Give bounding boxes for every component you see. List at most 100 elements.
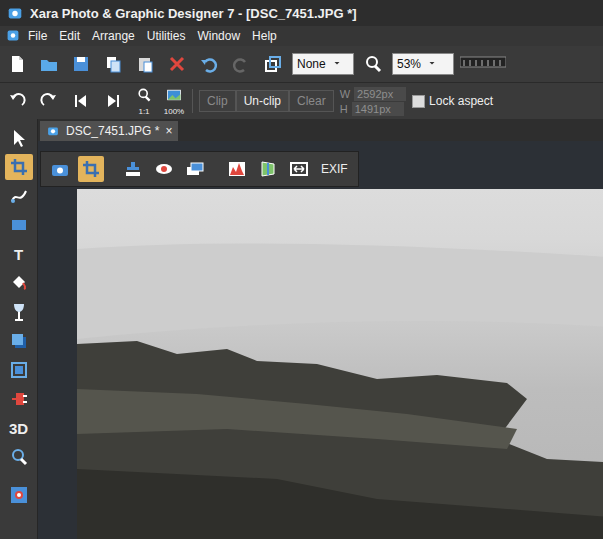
- magnifier-icon: [136, 87, 152, 107]
- undo-icon[interactable]: [196, 51, 222, 77]
- shadow-icon: [9, 331, 29, 351]
- tab-label: DSC_7451.JPG *: [66, 124, 159, 138]
- title-bar: Xara Photo & Graphic Designer 7 - [DSC_7…: [0, 0, 603, 26]
- lock-aspect-checkbox[interactable]: Lock aspect: [412, 94, 493, 108]
- clip-buttons: ClipUn-clipClear: [199, 90, 334, 112]
- menu-item[interactable]: Arrange: [86, 27, 141, 45]
- zoom-tool[interactable]: [5, 444, 33, 470]
- text-tool[interactable]: T: [5, 241, 33, 267]
- separator: [192, 89, 193, 113]
- zoom-dropdown[interactable]: 53%: [392, 53, 454, 75]
- rotate-right-icon[interactable]: [36, 88, 62, 114]
- document-icon[interactable]: [4, 27, 22, 45]
- extrude-tool[interactable]: 3D: [5, 415, 33, 441]
- exif-button[interactable]: EXIF: [317, 162, 352, 176]
- redeye-button[interactable]: [151, 156, 177, 182]
- panorama-button[interactable]: [182, 156, 208, 182]
- panorama-icon: [185, 159, 205, 179]
- clone-icon: [123, 159, 143, 179]
- camera-icon: [50, 159, 70, 179]
- height-value[interactable]: 1491px: [352, 102, 404, 116]
- rotate-left-icon[interactable]: [4, 88, 30, 114]
- contour-tool[interactable]: [5, 357, 33, 383]
- resize-button[interactable]: [286, 156, 312, 182]
- quality-value: None: [297, 57, 326, 71]
- zoom-value: 53%: [397, 57, 421, 71]
- clone-button[interactable]: [120, 156, 146, 182]
- dropdown-arrow-icon: [427, 57, 437, 71]
- perspective-icon: [258, 159, 278, 179]
- photo-tool[interactable]: [5, 154, 33, 180]
- clear-button: Clear: [289, 90, 334, 112]
- app-icon: [6, 4, 24, 22]
- photo-icon: [9, 157, 29, 177]
- camera-button[interactable]: [47, 156, 73, 182]
- menu-item[interactable]: File: [22, 27, 53, 45]
- menu-item[interactable]: Utilities: [141, 27, 192, 45]
- size-fields: W2592pxH 1491px: [340, 87, 406, 116]
- copy-icon[interactable]: [100, 51, 126, 77]
- rectangle-tool[interactable]: [5, 212, 33, 238]
- transform-icon[interactable]: [260, 51, 286, 77]
- photo-toolbar: 1:1 100% ClipUn-clipClear W2592pxH 1491px Loc…: [0, 83, 603, 119]
- zoom-label: 1:1: [138, 107, 149, 116]
- contour-icon: [9, 360, 29, 380]
- un-clip-button[interactable]: Un-clip: [236, 90, 289, 112]
- ruler-icon[interactable]: [460, 55, 506, 73]
- zoom-icon[interactable]: [360, 51, 386, 77]
- freehand-tool[interactable]: [5, 183, 33, 209]
- window-title: Xara Photo & Graphic Designer 7 - [DSC_7…: [30, 6, 357, 21]
- photo: [77, 189, 603, 539]
- menu-item[interactable]: Help: [246, 27, 283, 45]
- image-icon: [165, 87, 183, 107]
- menu-item[interactable]: Window: [191, 27, 246, 45]
- selector-tool[interactable]: [5, 125, 33, 151]
- live-tool[interactable]: [5, 482, 33, 508]
- selector-icon: [9, 128, 29, 148]
- mould-tool[interactable]: [5, 386, 33, 412]
- transparency-tool[interactable]: [5, 299, 33, 325]
- paste-icon[interactable]: [132, 51, 158, 77]
- menu-bar: FileEditArrangeUtilitiesWindowHelp: [0, 26, 603, 46]
- fit-100-button[interactable]: 100%: [162, 87, 186, 116]
- width-value[interactable]: 2592px: [354, 87, 406, 101]
- close-tab-button[interactable]: ×: [165, 124, 172, 138]
- new-document-icon[interactable]: [4, 51, 30, 77]
- open-folder-icon[interactable]: [36, 51, 62, 77]
- menu-item[interactable]: Edit: [53, 27, 86, 45]
- perspective-button[interactable]: [255, 156, 281, 182]
- save-icon[interactable]: [68, 51, 94, 77]
- first-icon[interactable]: [68, 88, 94, 114]
- rectangle-icon: [9, 215, 29, 235]
- redeye-icon: [154, 159, 174, 179]
- last-icon[interactable]: [100, 88, 126, 114]
- shadow-tool[interactable]: [5, 328, 33, 354]
- quality-dropdown[interactable]: None: [292, 53, 354, 75]
- document-tabs: DSC_7451.JPG * ×: [38, 119, 603, 141]
- width-field[interactable]: W2592px: [340, 87, 406, 101]
- height-field[interactable]: H 1491px: [340, 102, 406, 116]
- delete-icon[interactable]: [164, 51, 190, 77]
- fill-tool[interactable]: [5, 270, 33, 296]
- zoom-icon: [9, 447, 29, 467]
- workspace: T 3D DSC_7451.JPG * × EXIF: [0, 119, 603, 539]
- transparency-icon: [9, 302, 29, 322]
- levels-button[interactable]: [224, 156, 250, 182]
- clip-button: Clip: [199, 90, 236, 112]
- fill-icon: [9, 273, 29, 293]
- redo-icon: [228, 51, 254, 77]
- actual-size-button[interactable]: 1:1: [132, 87, 156, 116]
- resize-icon: [289, 159, 309, 179]
- document-tab[interactable]: DSC_7451.JPG * ×: [40, 121, 178, 141]
- crop-icon: [81, 159, 101, 179]
- dropdown-arrow-icon: [332, 57, 342, 71]
- canvas: EXIF: [38, 141, 603, 539]
- checkbox-box[interactable]: [412, 95, 425, 108]
- document-area: DSC_7451.JPG * × EXIF: [38, 119, 603, 539]
- live-icon: [9, 485, 29, 505]
- levels-icon: [227, 159, 247, 179]
- lock-aspect-label: Lock aspect: [429, 94, 493, 108]
- height-label: H: [340, 102, 348, 116]
- crop-button[interactable]: [78, 156, 104, 182]
- main-toolbar: None 53%: [0, 46, 603, 83]
